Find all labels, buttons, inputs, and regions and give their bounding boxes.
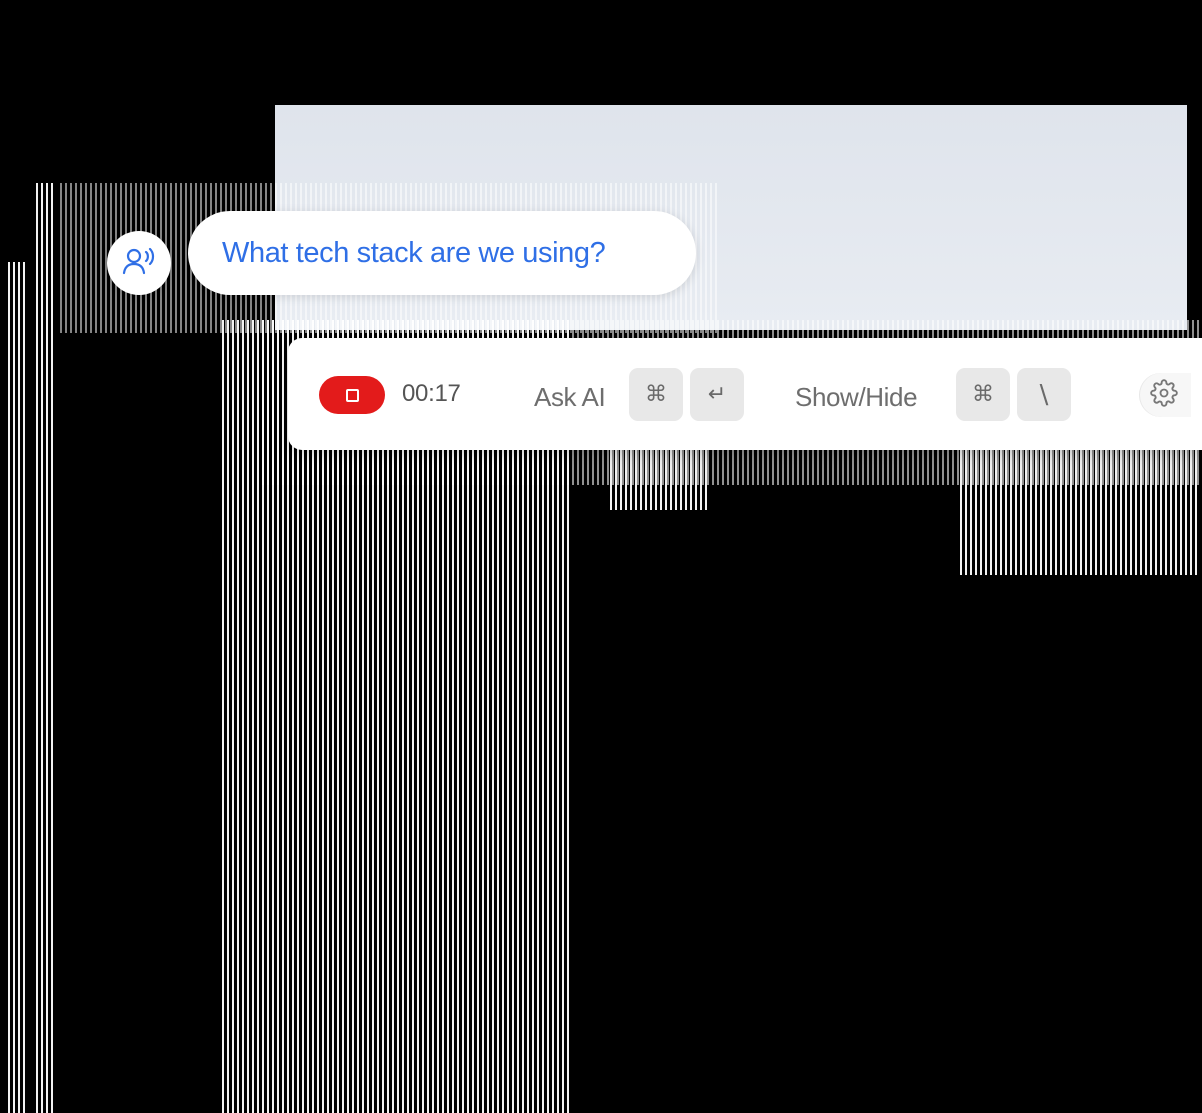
scanline-artifact — [8, 262, 28, 1113]
settings-button[interactable] — [1139, 373, 1191, 417]
question-bubble: What tech stack are we using? — [188, 211, 696, 295]
question-text: What tech stack are we using? — [222, 236, 606, 269]
scanline-artifact — [36, 183, 54, 1113]
recording-timer: 00:17 — [402, 380, 461, 407]
stop-icon — [345, 388, 359, 402]
gear-icon — [1150, 378, 1178, 412]
command-key-icon: ⌘ — [956, 368, 1010, 421]
enter-key-icon: ↵ — [690, 368, 744, 421]
stop-recording-button[interactable] — [319, 376, 385, 414]
control-toolbar: 00:17 Ask AI ⌘ ↵ Show/Hide ⌘ \ — [288, 338, 1202, 450]
show-hide-label[interactable]: Show/Hide — [795, 382, 918, 413]
app-stage: What tech stack are we using? 00:17 Ask … — [0, 0, 1202, 1113]
backslash-key-icon: \ — [1017, 368, 1071, 421]
command-key-icon: ⌘ — [629, 368, 683, 421]
listening-person-icon — [122, 246, 156, 281]
ask-ai-label[interactable]: Ask AI — [534, 382, 606, 413]
speaker-avatar — [107, 231, 171, 295]
